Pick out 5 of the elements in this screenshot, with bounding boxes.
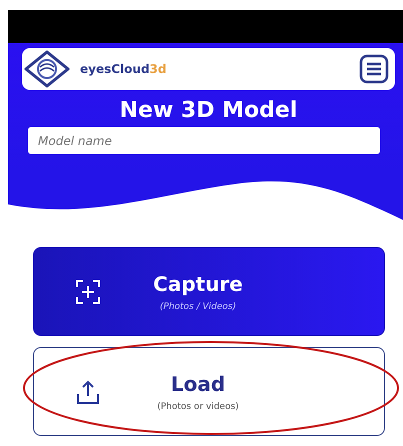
load-button[interactable]: Load (Photos or videos) <box>33 347 385 436</box>
logo-text: eyesCloud3d <box>80 62 166 76</box>
page-title: New 3D Model <box>118 98 298 123</box>
model-name-field[interactable]: Model name <box>28 127 380 154</box>
capture-button[interactable]: Capture (Photos / Videos) <box>33 247 385 336</box>
